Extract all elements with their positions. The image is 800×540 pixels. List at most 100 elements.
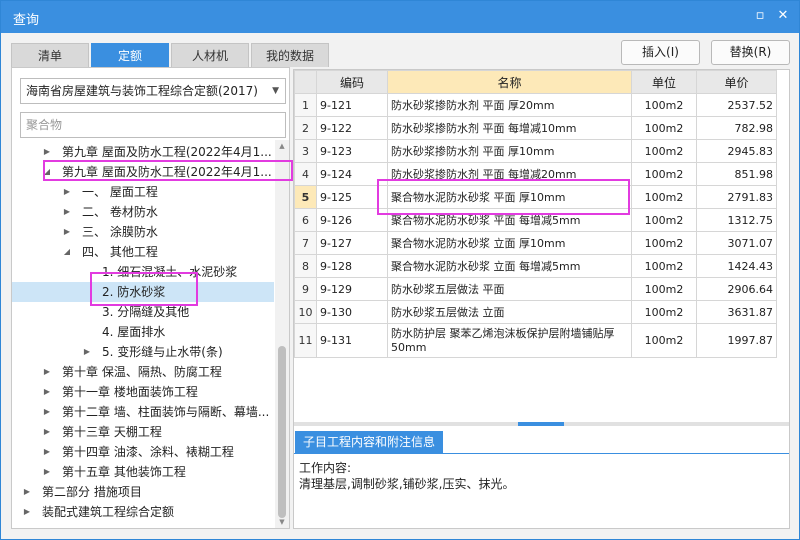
tab-work-content[interactable]: 子目工程内容和附注信息 (295, 431, 444, 453)
expand-icon[interactable]: ▶ (42, 442, 52, 462)
cell-price[interactable]: 2537.52 (696, 93, 777, 117)
cell-name[interactable]: 聚合物水泥防水砂浆 立面 每增减5mm (387, 254, 632, 278)
tab-dinge[interactable]: 定额 (91, 43, 169, 67)
cell-price[interactable]: 2906.64 (696, 277, 777, 301)
expand-icon[interactable]: ▶ (62, 202, 72, 222)
header-price[interactable]: 单价 (696, 70, 777, 94)
cell-price[interactable]: 3071.07 (696, 231, 777, 255)
header-code[interactable]: 编码 (316, 70, 388, 94)
tree-node[interactable]: ▶ 第十章 保温、隔热、防腐工程 (12, 362, 274, 382)
tree-node[interactable]: ▶ 第十五章 其他装饰工程 (12, 462, 274, 482)
cell-price[interactable]: 1997.87 (696, 323, 777, 358)
cell-name[interactable]: 防水防护层 聚苯乙烯泡沫板保护层附墙铺贴厚50mm (387, 323, 632, 358)
table-row[interactable]: 8 9-128 聚合物水泥防水砂浆 立面 每增减5mm 100m2 1424.4… (294, 254, 777, 278)
expand-icon[interactable]: ▶ (42, 362, 52, 382)
cell-unit[interactable]: 100m2 (631, 277, 697, 301)
tab-my-data[interactable]: 我的数据 (251, 43, 329, 67)
title-bar[interactable]: 查询 ▫ ✕ (1, 1, 799, 33)
expand-icon[interactable]: ▶ (82, 342, 92, 362)
cell-unit[interactable]: 100m2 (631, 323, 697, 358)
cell-unit[interactable]: 100m2 (631, 185, 697, 209)
collapse-icon[interactable]: ◢ (62, 242, 72, 262)
cell-code[interactable]: 9-129 (316, 277, 388, 301)
cell-name[interactable]: 防水砂浆掺防水剂 平面 每增减20mm (387, 162, 632, 186)
cell-unit[interactable]: 100m2 (631, 300, 697, 324)
header-name[interactable]: 名称 (387, 70, 632, 94)
cell-price[interactable]: 3631.87 (696, 300, 777, 324)
cell-code[interactable]: 9-124 (316, 162, 388, 186)
cell-name[interactable]: 防水砂浆掺防水剂 平面 厚20mm (387, 93, 632, 117)
cell-price[interactable]: 1312.75 (696, 208, 777, 232)
tree-node[interactable]: ▶ 装配式建筑工程综合定额 (12, 502, 274, 522)
cell-unit[interactable]: 100m2 (631, 162, 697, 186)
cell-price[interactable]: 782.98 (696, 116, 777, 140)
quota-library-select[interactable]: 海南省房屋建筑与装饰工程综合定额(2017) ▼ (20, 78, 286, 104)
expand-icon[interactable]: ▶ (22, 502, 32, 522)
expand-icon[interactable]: ▶ (22, 482, 32, 502)
cell-code[interactable]: 9-123 (316, 139, 388, 163)
tab-rencaiji[interactable]: 人材机 (171, 43, 249, 67)
tree-node[interactable]: ▶ 第十三章 天棚工程 (12, 422, 274, 442)
cell-code[interactable]: 9-127 (316, 231, 388, 255)
cell-unit[interactable]: 100m2 (631, 254, 697, 278)
panel-splitter[interactable] (294, 422, 789, 426)
tree-node[interactable]: ▶ 第十一章 楼地面装饰工程 (12, 382, 274, 402)
cell-code[interactable]: 9-125 (316, 185, 388, 209)
tree-node[interactable]: 4. 屋面排水 (12, 322, 274, 342)
cell-code[interactable]: 9-122 (316, 116, 388, 140)
tree-node[interactable]: ▶ 第九章 屋面及防水工程(2022年4月1... (12, 142, 274, 162)
cell-unit[interactable]: 100m2 (631, 231, 697, 255)
tree-node[interactable]: ▶ 三、 涂膜防水 (12, 222, 274, 242)
expand-icon[interactable]: ▶ (42, 142, 52, 162)
splitter-grip[interactable] (518, 422, 564, 426)
cell-name[interactable]: 聚合物水泥防水砂浆 平面 厚10mm (387, 185, 632, 209)
cell-name[interactable]: 防水砂浆掺防水剂 平面 每增减10mm (387, 116, 632, 140)
cell-price[interactable]: 851.98 (696, 162, 777, 186)
cell-price[interactable]: 1424.43 (696, 254, 777, 278)
replace-button[interactable]: 替换(R) (711, 40, 790, 65)
scroll-up-icon[interactable]: ▲ (278, 142, 286, 150)
tree-node[interactable]: ▶ 5. 变形缝与止水带(条) (12, 342, 274, 362)
cell-unit[interactable]: 100m2 (631, 116, 697, 140)
tree-node[interactable]: ◢ 四、 其他工程 (12, 242, 274, 262)
cell-price[interactable]: 2791.83 (696, 185, 777, 209)
table-row[interactable]: 11 9-131 防水防护层 聚苯乙烯泡沫板保护层附墙铺贴厚50mm 100m2… (294, 323, 777, 358)
tree-node[interactable]: 3. 分隔缝及其他 (12, 302, 274, 322)
expand-icon[interactable]: ▶ (62, 222, 72, 242)
scroll-down-icon[interactable]: ▼ (278, 518, 286, 526)
table-row[interactable]: 2 9-122 防水砂浆掺防水剂 平面 每增减10mm 100m2 782.98 (294, 116, 777, 140)
insert-button[interactable]: 插入(I) (621, 40, 700, 65)
table-row-current[interactable]: 5 9-125 聚合物水泥防水砂浆 平面 厚10mm 100m2 2791.83 (294, 185, 777, 209)
table-row[interactable]: 1 9-121 防水砂浆掺防水剂 平面 厚20mm 100m2 2537.52 (294, 93, 777, 117)
cell-code[interactable]: 9-128 (316, 254, 388, 278)
maximize-icon[interactable]: ▫ (752, 8, 768, 24)
tree-node[interactable]: ▶ 第十四章 油漆、涂料、裱糊工程 (12, 442, 274, 462)
cell-code[interactable]: 9-126 (316, 208, 388, 232)
tree-node-selected[interactable]: 2. 防水砂浆 (12, 282, 274, 302)
collapse-icon[interactable]: ◢ (42, 162, 52, 182)
table-row[interactable]: 3 9-123 防水砂浆掺防水剂 平面 厚10mm 100m2 2945.83 (294, 139, 777, 163)
expand-icon[interactable]: ▶ (42, 402, 52, 422)
cell-price[interactable]: 2945.83 (696, 139, 777, 163)
tree-node[interactable]: ▶ 第十二章 墙、柱面装饰与隔断、幕墙... (12, 402, 274, 422)
table-row[interactable]: 9 9-129 防水砂浆五层做法 平面 100m2 2906.64 (294, 277, 777, 301)
scrollbar-thumb[interactable] (278, 346, 286, 518)
cell-code[interactable]: 9-121 (316, 93, 388, 117)
tab-qingdan[interactable]: 清单 (11, 43, 89, 67)
expand-icon[interactable]: ▶ (42, 422, 52, 442)
tree-node[interactable]: ▶ 第二部分 措施项目 (12, 482, 274, 502)
expand-icon[interactable]: ▶ (42, 382, 52, 402)
tree-node[interactable]: 1. 细石混凝土、水泥砂浆 (12, 262, 274, 282)
table-row[interactable]: 6 9-126 聚合物水泥防水砂浆 平面 每增减5mm 100m2 1312.7… (294, 208, 777, 232)
cell-unit[interactable]: 100m2 (631, 93, 697, 117)
cell-name[interactable]: 防水砂浆掺防水剂 平面 厚10mm (387, 139, 632, 163)
table-row[interactable]: 10 9-130 防水砂浆五层做法 立面 100m2 3631.87 (294, 300, 777, 324)
tree-node[interactable]: ▶ 一、 屋面工程 (12, 182, 274, 202)
cell-name[interactable]: 防水砂浆五层做法 立面 (387, 300, 632, 324)
header-unit[interactable]: 单位 (631, 70, 697, 94)
expand-icon[interactable]: ▶ (42, 462, 52, 482)
cell-unit[interactable]: 100m2 (631, 208, 697, 232)
tree-node[interactable]: ▶ 二、 卷材防水 (12, 202, 274, 222)
cell-name[interactable]: 防水砂浆五层做法 平面 (387, 277, 632, 301)
cell-name[interactable]: 聚合物水泥防水砂浆 平面 每增减5mm (387, 208, 632, 232)
